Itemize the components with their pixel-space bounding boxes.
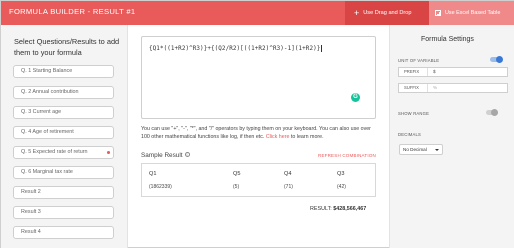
sidebar-intro: Select Questions/Results to add them to …	[14, 37, 120, 57]
sidebar-item-label: Q. 3 Current age	[21, 109, 62, 115]
sidebar-item-label: Q. 5 Expected rate of return	[21, 149, 88, 155]
sidebar-question-item[interactable]: Result 4	[13, 226, 114, 239]
refresh-combination-link[interactable]: REFRESH COMBINATION	[318, 153, 376, 158]
sidebar-item-label: Q. 4 Age of retirement	[21, 129, 74, 135]
table-header: Q4	[284, 171, 292, 177]
grammar-icon[interactable]: G	[351, 93, 360, 102]
excel-table-button[interactable]: Use Excel Based Table	[429, 1, 514, 25]
plus-icon: +	[354, 7, 360, 18]
prefix-field[interactable]: PREFIX $	[398, 67, 508, 77]
sidebar-item-label: Q. 6 Marginal tax rate	[21, 169, 73, 175]
sample-result-label: Sample Result i	[141, 152, 190, 159]
suffix-field[interactable]: SUFFIX %	[398, 83, 508, 93]
decimals-value: No Decimal	[403, 147, 427, 152]
sidebar-question-item[interactable]: Q. 4 Age of retirement	[13, 126, 114, 139]
sidebar-item-label: Q. 2 Annual contribution	[21, 89, 79, 95]
sidebar-question-item[interactable]: Result 3	[13, 206, 114, 219]
table-cell: (42)	[337, 184, 346, 190]
sample-table: Q1 Q5 Q4 Q3 (1862339) (5) (71) (42)	[141, 163, 376, 197]
toggle-knob	[496, 56, 503, 63]
prefix-label: PREFIX	[399, 68, 428, 76]
drag-and-drop-button[interactable]: + Use Drag and Drop	[345, 1, 429, 25]
suffix-input[interactable]: %	[433, 84, 437, 92]
page-title: FORMULA BUILDER - RESULT #1	[9, 7, 136, 16]
toggle-knob	[491, 109, 498, 116]
table-cell: (5)	[233, 184, 240, 190]
info-icon[interactable]: i	[184, 152, 190, 157]
required-dot-icon	[107, 151, 110, 154]
prefix-value[interactable]: $	[433, 68, 436, 76]
unit-of-variable-label: UNIT OF VARIABLE	[398, 58, 440, 63]
header-bar: FORMULA BUILDER - RESULT #1 + Use Drag a…	[1, 1, 514, 25]
sidebar-item-label: Result 2	[21, 189, 41, 195]
excel-table-label: Use Excel Based Table	[445, 10, 501, 16]
table-header: Q1	[149, 171, 157, 177]
unit-toggle[interactable]	[490, 56, 503, 63]
table-header: Q5	[233, 171, 241, 177]
learn-more-link[interactable]: Click here	[266, 134, 290, 140]
decimals-label: DECIMALS	[398, 132, 422, 137]
decimals-select[interactable]: No Decimal	[399, 144, 443, 155]
sidebar-question-item[interactable]: Q. 5 Expected rate of return	[13, 146, 114, 159]
sidebar-question-item[interactable]: Q. 3 Current age	[13, 106, 114, 119]
show-range-toggle[interactable]	[486, 109, 498, 116]
drag-and-drop-label: Use Drag and Drop	[363, 10, 412, 16]
sidebar-question-item[interactable]: Q. 1 Starting Balance	[13, 65, 114, 78]
sidebar-question-item[interactable]: Q. 6 Marginal tax rate	[13, 166, 114, 179]
formula-hint: You can use "+", "-", "*", and "/" opera…	[141, 126, 371, 140]
sidebar-question-item[interactable]: Result 2	[13, 186, 114, 199]
settings-title: Formula Settings	[421, 36, 474, 43]
table-cell: (71)	[284, 184, 293, 190]
table-header: Q3	[337, 171, 345, 177]
show-range-label: SHOW RANGE	[398, 111, 430, 116]
sidebar-item-label: Result 3	[21, 209, 41, 215]
chevron-down-icon	[435, 149, 439, 151]
formula-settings-panel: Formula Settings UNIT OF VARIABLE PREFIX…	[389, 25, 514, 248]
table-icon	[435, 10, 441, 16]
table-cell: (1862339)	[149, 184, 172, 190]
sidebar-question-item[interactable]: Q. 2 Annual contribution	[13, 86, 114, 99]
text-caret	[321, 45, 323, 52]
suffix-label: SUFFIX	[399, 84, 428, 92]
result-value: RESULT: $428,566,467	[310, 206, 367, 212]
sidebar-item-label: Q. 1 Starting Balance	[21, 68, 73, 74]
formula-text[interactable]: {Q1*((1+R2)^R3)}+{(Q2/R2)[((1+R2)^R3)-1]…	[149, 45, 323, 52]
sidebar-item-label: Result 4	[21, 229, 41, 235]
